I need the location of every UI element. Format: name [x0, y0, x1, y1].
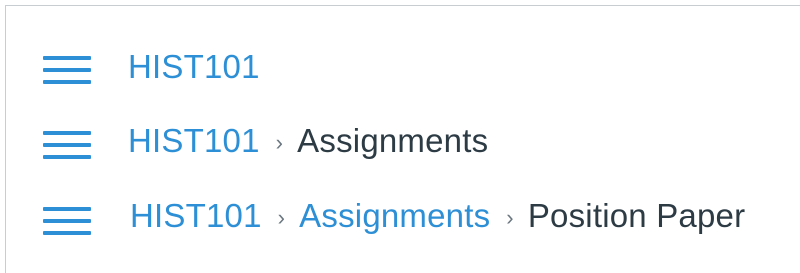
chevron-right-icon: ›: [506, 205, 514, 230]
breadcrumb-link-course[interactable]: HIST101: [130, 197, 262, 235]
breadcrumb: HIST101: [128, 45, 260, 89]
hamburger-line: [43, 207, 91, 211]
breadcrumb-examples-panel: HIST101 HIST101 › Assignments HIST101 › …: [5, 5, 800, 273]
breadcrumb: HIST101 › Assignments: [128, 119, 488, 163]
chevron-right-icon: ›: [275, 130, 284, 155]
hamburger-menu-icon[interactable]: [43, 204, 91, 238]
hamburger-line: [43, 143, 91, 147]
breadcrumb-link-course[interactable]: HIST101: [128, 48, 260, 86]
hamburger-line: [43, 80, 91, 84]
hamburger-line: [43, 155, 91, 159]
chevron-right-icon: ›: [277, 205, 286, 230]
breadcrumb: HIST101 › Assignments › Position Paper: [130, 194, 745, 238]
breadcrumb-link-course[interactable]: HIST101: [128, 122, 260, 160]
hamburger-line: [43, 68, 91, 72]
breadcrumb-link-assignments[interactable]: Assignments: [299, 197, 490, 235]
hamburger-menu-icon[interactable]: [43, 53, 91, 87]
hamburger-line: [43, 131, 91, 135]
hamburger-line: [43, 231, 91, 235]
hamburger-menu-icon[interactable]: [43, 128, 91, 162]
breadcrumb-current-page: Position Paper: [527, 197, 746, 234]
breadcrumb-current-page: Assignments: [297, 122, 489, 159]
hamburger-line: [43, 56, 91, 60]
hamburger-line: [43, 219, 91, 223]
